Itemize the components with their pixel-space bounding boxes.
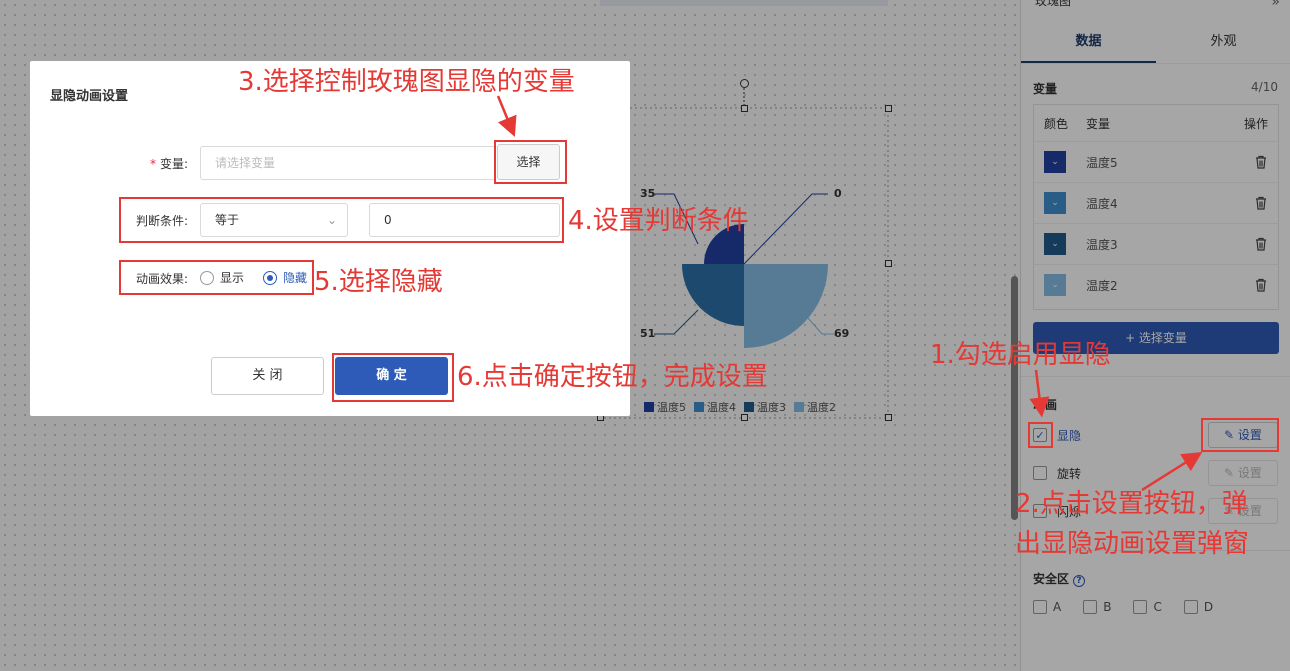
trash-icon[interactable]: [1254, 278, 1268, 292]
annotation-box-effect: [119, 260, 314, 295]
annotation-box-condition: [119, 197, 564, 243]
variable-row: ⌄ 温度2: [1034, 264, 1278, 305]
rose-slice-温度2: [744, 264, 828, 348]
annotation-box-confirm: [332, 353, 454, 402]
safe-zone-options: A B C D: [1033, 600, 1213, 614]
header-color: 颜色: [1044, 116, 1069, 131]
properties-panel: 玫瑰图 » 数据 外观 变量 4/10 颜色 变量 操作 ⌄ 温度5 ⌄ 温度4…: [1020, 0, 1290, 671]
collapse-icon[interactable]: »: [1271, 0, 1280, 10]
divider: [1021, 376, 1290, 377]
annotation-step4: 4.设置判断条件: [568, 206, 749, 236]
show-hide-label: 显隐: [1057, 428, 1082, 443]
variable-input[interactable]: 请选择变量: [200, 146, 496, 180]
rotate-settings-button[interactable]: ✎ 设置: [1208, 460, 1278, 486]
resize-handle-bottom-right[interactable]: [885, 414, 892, 421]
safe-zone-checkbox[interactable]: [1083, 600, 1098, 614]
safe-zone-d[interactable]: D: [1183, 600, 1214, 614]
variable-label-text: 变量:: [159, 157, 188, 171]
color-picker[interactable]: ⌄: [1044, 192, 1066, 214]
safe-zone-checkbox[interactable]: [1133, 600, 1148, 614]
variable-row: ⌄ 温度4: [1034, 182, 1278, 223]
resize-handle-top-right[interactable]: [885, 105, 892, 112]
variable-row: ⌄ 温度3: [1034, 223, 1278, 264]
color-picker[interactable]: ⌄: [1044, 274, 1066, 296]
settings-label: 设置: [1237, 466, 1262, 480]
variables-table: 颜色 变量 操作 ⌄ 温度5 ⌄ 温度4 ⌄ 温度3 ⌄ 温度2: [1033, 104, 1279, 310]
resize-handle-bottom[interactable]: [741, 414, 748, 421]
legend-item: 温度3: [744, 399, 786, 415]
chart-label-51: 51: [640, 327, 656, 340]
legend-swatch: [794, 402, 804, 412]
color-picker[interactable]: ⌄: [1044, 151, 1066, 173]
annotation-box-settings: [1201, 418, 1279, 452]
rotate-label: 旋转: [1057, 466, 1082, 481]
resize-handle-top[interactable]: [741, 105, 748, 112]
trash-icon[interactable]: [1254, 237, 1268, 251]
trash-icon[interactable]: [1254, 155, 1268, 169]
variables-table-header: 颜色 变量 操作: [1034, 105, 1278, 141]
required-mark: *: [149, 157, 156, 171]
canvas-top-strip: [600, 0, 888, 6]
annotation-step5: 5.选择隐藏: [314, 267, 443, 297]
safe-zone-checkbox[interactable]: [1033, 600, 1047, 614]
animation-row-rotate: 旋转: [1033, 460, 1081, 486]
annotation-box-checkbox: [1028, 422, 1053, 448]
safe-zone-b[interactable]: B: [1083, 600, 1111, 614]
close-button[interactable]: 关 闭: [211, 357, 324, 395]
color-picker[interactable]: ⌄: [1044, 233, 1066, 255]
variables-count: 4/10: [1251, 80, 1278, 94]
safe-zone-checkbox[interactable]: [1183, 600, 1198, 614]
variable-name: 温度4: [1086, 196, 1118, 211]
legend-label: 温度3: [757, 401, 786, 414]
annotation-box-select: [494, 140, 567, 184]
animation-title: 动画: [1033, 398, 1058, 412]
legend-label: 温度5: [657, 401, 686, 414]
safe-zone-label: C: [1153, 600, 1162, 614]
resize-handle-right[interactable]: [885, 260, 892, 267]
safe-zone-label: A: [1053, 600, 1062, 614]
legend-item: 温度4: [694, 399, 736, 415]
rotate-handle[interactable]: [740, 79, 749, 88]
panel-header: 玫瑰图: [1035, 0, 1072, 8]
chart-label-35: 35: [640, 187, 656, 200]
legend-swatch: [744, 402, 754, 412]
annotation-step2-line1: 2.点击设置按钮，弹: [1015, 489, 1248, 519]
annotation-step2-line2: 出显隐动画设置弹窗: [1015, 529, 1250, 559]
legend-item: 温度2: [794, 399, 836, 415]
annotation-step1: 1.勾选启用显隐: [930, 340, 1111, 370]
help-icon[interactable]: ?: [1073, 575, 1086, 587]
legend-label: 温度2: [807, 401, 836, 414]
safe-zone-c[interactable]: C: [1133, 600, 1162, 614]
header-action: 操作: [1243, 116, 1268, 131]
variable-name: 温度3: [1086, 237, 1118, 252]
variable-name: 温度2: [1086, 278, 1118, 293]
safe-zone-label: D: [1203, 600, 1214, 614]
rotate-checkbox[interactable]: [1033, 466, 1047, 480]
chart-label-0: 0: [834, 187, 842, 200]
header-variable: 变量: [1086, 116, 1111, 131]
tab-appearance[interactable]: 外观: [1156, 24, 1290, 63]
trash-icon[interactable]: [1254, 196, 1268, 210]
panel-tabs: 数据 外观: [1021, 24, 1290, 64]
legend-item: 温度5: [644, 399, 686, 415]
dialog-title: 显隐动画设置: [50, 89, 129, 104]
variable-name: 温度5: [1086, 155, 1118, 170]
safe-zone-title-text: 安全区: [1033, 572, 1070, 586]
safe-zone-a[interactable]: A: [1033, 600, 1061, 614]
annotation-step6: 6.点击确定按钮，完成设置: [457, 362, 768, 392]
legend-label: 温度4: [707, 401, 736, 414]
variable-row: ⌄ 温度5: [1034, 141, 1278, 182]
safe-zone-title: 安全区?: [1033, 570, 1086, 587]
canvas-scrollbar[interactable]: [1011, 276, 1018, 520]
variables-title: 变量: [1033, 82, 1058, 96]
tab-data[interactable]: 数据: [1021, 24, 1156, 63]
safe-zone-label: B: [1103, 600, 1112, 614]
variable-label: * 变量:: [130, 155, 188, 172]
legend-swatch: [694, 402, 704, 412]
chart-label-69: 69: [834, 327, 850, 340]
chart-legend: 温度5 温度4 温度3 温度2: [644, 399, 836, 415]
legend-swatch: [644, 402, 654, 412]
annotation-step3: 3.选择控制玫瑰图显隐的变量: [238, 67, 575, 97]
